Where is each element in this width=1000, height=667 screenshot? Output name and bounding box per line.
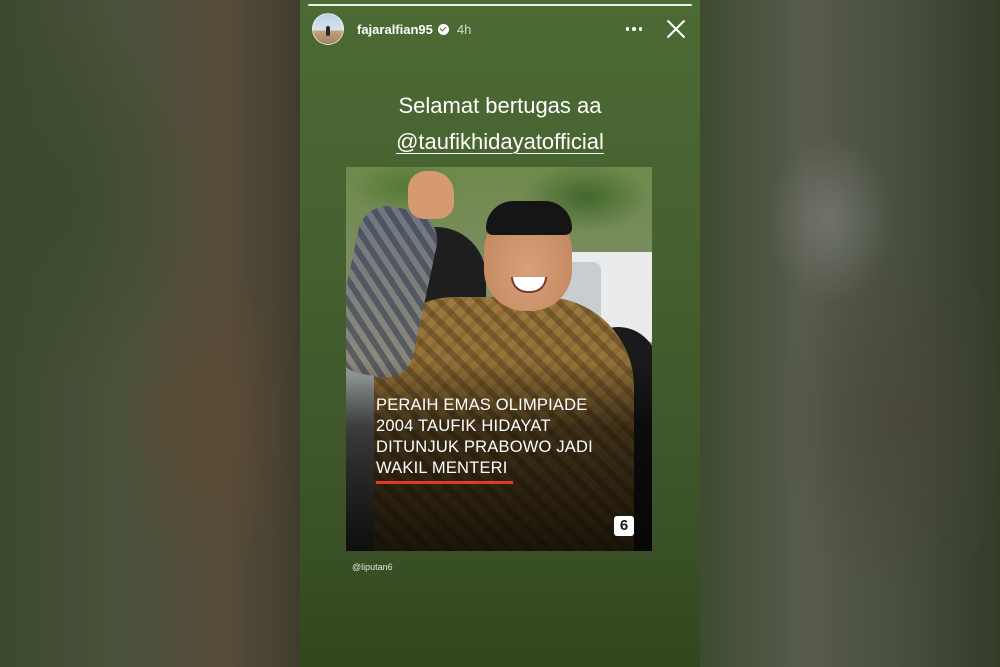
- headline-line: PERAIH EMAS OLIMPIADE: [376, 396, 588, 414]
- close-icon[interactable]: [664, 17, 688, 41]
- more-options-icon[interactable]: [625, 19, 642, 39]
- story-panel[interactable]: fajaralfian95 4h Selamat bertugas aa @ta…: [300, 0, 700, 667]
- verified-badge-icon: [437, 23, 449, 35]
- blurred-background-right: [700, 0, 1000, 667]
- liputan6-logo-icon: 6: [614, 516, 634, 536]
- story-header: fajaralfian95 4h: [312, 12, 690, 46]
- caption-text: Selamat bertugas aa: [398, 93, 602, 118]
- shared-post-image[interactable]: PERAIH EMAS OLIMPIADE 2004 TAUFIK HIDAYA…: [346, 167, 652, 551]
- headline-line: WAKIL MENTERI: [376, 459, 508, 477]
- story-time: 4h: [456, 21, 472, 37]
- story-progress-bar: [308, 4, 692, 6]
- source-credit[interactable]: @liputan6: [352, 562, 393, 572]
- username[interactable]: fajaralfian95: [357, 22, 433, 37]
- news-headline: PERAIH EMAS OLIMPIADE 2004 TAUFIK HIDAYA…: [376, 395, 636, 479]
- headline-line: DITUNJUK PRABOWO JADI: [376, 438, 593, 456]
- avatar[interactable]: [312, 13, 344, 45]
- headline-underline: [376, 481, 513, 484]
- blurred-background-left: [0, 0, 300, 667]
- story-caption: Selamat bertugas aa @taufikhidayatoffici…: [300, 88, 700, 160]
- headline-line: 2004 TAUFIK HIDAYAT: [376, 417, 551, 435]
- mention-link[interactable]: @taufikhidayatofficial: [396, 124, 604, 160]
